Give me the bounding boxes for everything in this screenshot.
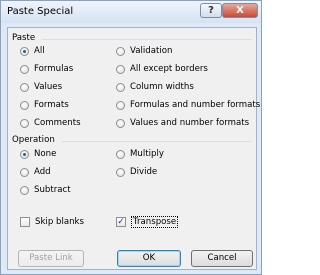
radio-multiply[interactable]: Multiply [116,148,164,160]
radio-divide-label: Divide [130,167,158,177]
radio-all-except-borders-indicator[interactable] [116,64,125,74]
radio-formats-label: Formats [34,100,69,110]
radio-multiply-label: Multiply [130,149,164,159]
radio-comments-label: Comments [34,118,81,128]
help-button[interactable]: ? [200,3,222,18]
radio-all-label: All [34,46,45,56]
radio-values-and-number-formats-label: Values and number formats [130,118,250,128]
skip-blanks-label: Skip blanks [35,217,85,227]
radio-all[interactable]: All [20,45,45,57]
title-bar[interactable]: Paste Special ? X [1,1,261,23]
radio-formulas-indicator[interactable] [20,64,29,74]
radio-validation[interactable]: Validation [116,45,172,57]
radio-validation-label: Validation [130,46,173,56]
radio-divide[interactable]: Divide [116,166,157,178]
skip-blanks-box[interactable] [20,217,30,227]
transpose-checkbox[interactable]: ✓ Transpose [116,216,179,228]
radio-column-widths-label: Column widths [130,82,194,92]
radio-formulas-label: Formulas [34,64,74,74]
paste-group-divider [42,39,252,40]
cancel-button[interactable]: Cancel [191,250,253,267]
radio-none-label: None [34,149,57,159]
radio-formulas-and-number-formats-label: Formulas and number formats [130,100,261,110]
radio-formulas[interactable]: Formulas [20,63,73,75]
skip-blanks-checkbox[interactable]: Skip blanks [20,216,84,228]
radio-all-except-borders-label: All except borders [130,64,208,74]
dialog-title: Paste Special [7,6,74,17]
radio-subtract[interactable]: Subtract [20,184,71,196]
operation-group-divider [62,141,252,142]
radio-comments-indicator[interactable] [20,118,29,128]
radio-subtract-indicator[interactable] [20,185,29,195]
radio-column-widths[interactable]: Column widths [116,81,194,93]
radio-none[interactable]: None [20,148,56,160]
radio-values-and-number-formats[interactable]: Values and number formats [116,117,249,129]
ok-button[interactable]: OK [117,250,181,267]
radio-formats-indicator[interactable] [20,100,29,110]
radio-formats[interactable]: Formats [20,99,69,111]
radio-values-and-number-formats-indicator[interactable] [116,118,125,128]
operation-group-label: Operation [12,135,55,145]
radio-add[interactable]: Add [20,166,51,178]
radio-divide-indicator[interactable] [116,167,125,177]
close-button[interactable]: X [222,3,258,18]
radio-add-label: Add [34,167,51,177]
radio-none-indicator[interactable] [20,149,29,159]
radio-all-indicator[interactable] [20,46,29,56]
radio-multiply-indicator[interactable] [116,149,125,159]
radio-add-indicator[interactable] [20,167,29,177]
dialog-body: Paste All Formulas Values Formats Commen… [7,27,260,270]
paste-group-label: Paste [12,33,36,43]
transpose-label: Transpose [131,216,179,228]
paste-link-button[interactable]: Paste Link [18,250,84,267]
radio-values-indicator[interactable] [20,82,29,92]
radio-column-widths-indicator[interactable] [116,82,125,92]
radio-comments[interactable]: Comments [20,117,81,129]
transpose-box[interactable]: ✓ [116,217,126,227]
radio-values-label: Values [34,82,63,92]
radio-subtract-label: Subtract [34,185,71,195]
radio-validation-indicator[interactable] [116,46,125,56]
radio-all-except-borders[interactable]: All except borders [116,63,208,75]
radio-formulas-and-number-formats[interactable]: Formulas and number formats [116,99,260,111]
radio-values[interactable]: Values [20,81,62,93]
paste-special-dialog: Paste Special ? X Paste All Formulas Val… [0,0,262,275]
radio-formulas-and-number-formats-indicator[interactable] [116,100,125,110]
